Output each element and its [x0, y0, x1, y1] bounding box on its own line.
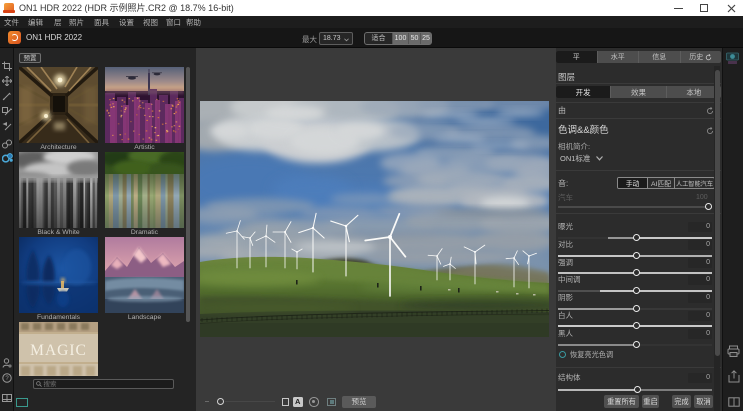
svg-text:MAGIC: MAGIC [30, 342, 87, 359]
